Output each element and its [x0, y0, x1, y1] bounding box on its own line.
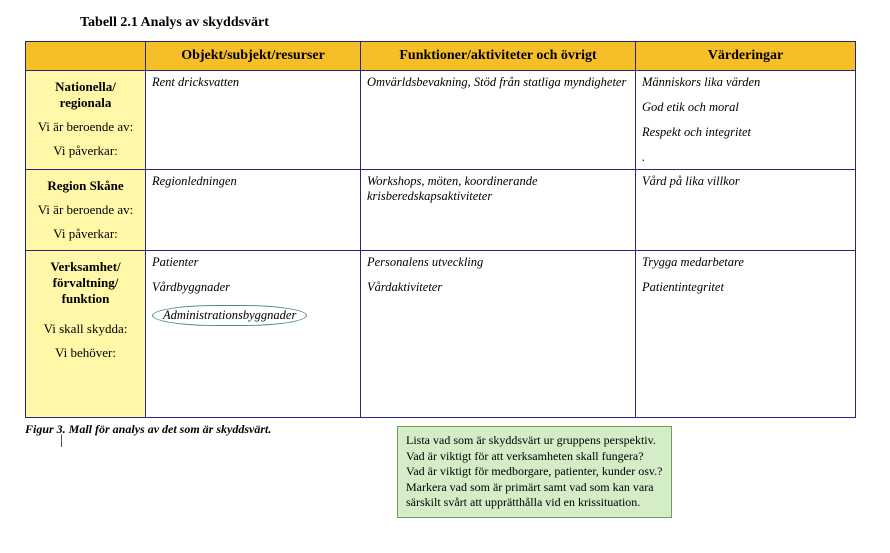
cell-text: Workshops, möten, koordinerande krisbere…	[367, 174, 629, 204]
row2-head-sub2: Vi påverkar:	[30, 226, 141, 242]
row1-head-sub2: Vi påverkar:	[30, 143, 141, 159]
row1-head: Nationella/ regionala Vi är beroende av:…	[26, 71, 146, 170]
cell-text: Personalens utveckling	[367, 255, 629, 270]
row2-col2: Workshops, möten, koordinerande krisbere…	[361, 170, 636, 251]
header-empty	[26, 42, 146, 71]
row1-col1: Rent dricksvatten	[146, 71, 361, 170]
row3-head-main: Verksamhet/ förvaltning/ funktion	[30, 259, 141, 307]
cell-text: .	[642, 150, 849, 165]
row1-head-main: Nationella/ regionala	[30, 79, 141, 111]
row3-col3: Trygga medarbetare Patientintegritet	[636, 251, 856, 418]
cell-text: Omvärldsbevakning, Stöd från statliga my…	[367, 75, 629, 90]
row3-col1: Patienter Vårdbyggnader Administrationsb…	[146, 251, 361, 418]
cell-text: Rent dricksvatten	[152, 75, 354, 90]
cell-text: Vård på lika villkor	[642, 174, 849, 189]
row1-col2: Omvärldsbevakning, Stöd från statliga my…	[361, 71, 636, 170]
row2-col1: Regionledningen	[146, 170, 361, 251]
cell-text: Regionledningen	[152, 174, 354, 189]
cell-text: Patientintegritet	[642, 280, 849, 295]
instruction-callout: Lista vad som är skyddsvärt ur gruppens …	[397, 426, 672, 518]
analysis-table: Objekt/subjekt/resurser Funktioner/aktiv…	[25, 41, 856, 418]
cell-text: Administrationsbyggnader	[152, 305, 354, 326]
row3-col2: Personalens utveckling Vårdaktiviteter	[361, 251, 636, 418]
row3-head: Verksamhet/ förvaltning/ funktion Vi ska…	[26, 251, 146, 418]
row3-head-sub1: Vi skall skydda:	[30, 321, 141, 337]
cell-text: God etik och moral	[642, 100, 849, 115]
header-col2: Funktioner/aktiviteter och övrigt	[361, 42, 636, 71]
cell-text: Vårdaktiviteter	[367, 280, 629, 295]
cell-text: Vårdbyggnader	[152, 280, 354, 295]
row2-col3: Vård på lika villkor	[636, 170, 856, 251]
row2-head-sub1: Vi är beroende av:	[30, 202, 141, 218]
header-col3: Värderingar	[636, 42, 856, 71]
row2-head-main: Region Skåne	[30, 178, 141, 194]
cell-text: Patienter	[152, 255, 354, 270]
cell-text: Trygga medarbetare	[642, 255, 849, 270]
table-row: Region Skåne Vi är beroende av: Vi påver…	[26, 170, 856, 251]
table-row: Verksamhet/ förvaltning/ funktion Vi ska…	[26, 251, 856, 418]
row1-head-sub1: Vi är beroende av:	[30, 119, 141, 135]
row3-head-sub2: Vi behöver:	[30, 345, 141, 361]
row2-head: Region Skåne Vi är beroende av: Vi påver…	[26, 170, 146, 251]
table-title: Tabell 2.1 Analys av skyddsvärt	[80, 15, 865, 31]
circled-item: Administrationsbyggnader	[152, 305, 307, 326]
row1-col3: Människors lika värden God etik och mora…	[636, 71, 856, 170]
cell-text: Respekt och integritet	[642, 125, 849, 140]
header-col1: Objekt/subjekt/resurser	[146, 42, 361, 71]
table-wrapper: Objekt/subjekt/resurser Funktioner/aktiv…	[25, 41, 865, 418]
table-row: Nationella/ regionala Vi är beroende av:…	[26, 71, 856, 170]
cell-text: Människors lika värden	[642, 75, 849, 90]
